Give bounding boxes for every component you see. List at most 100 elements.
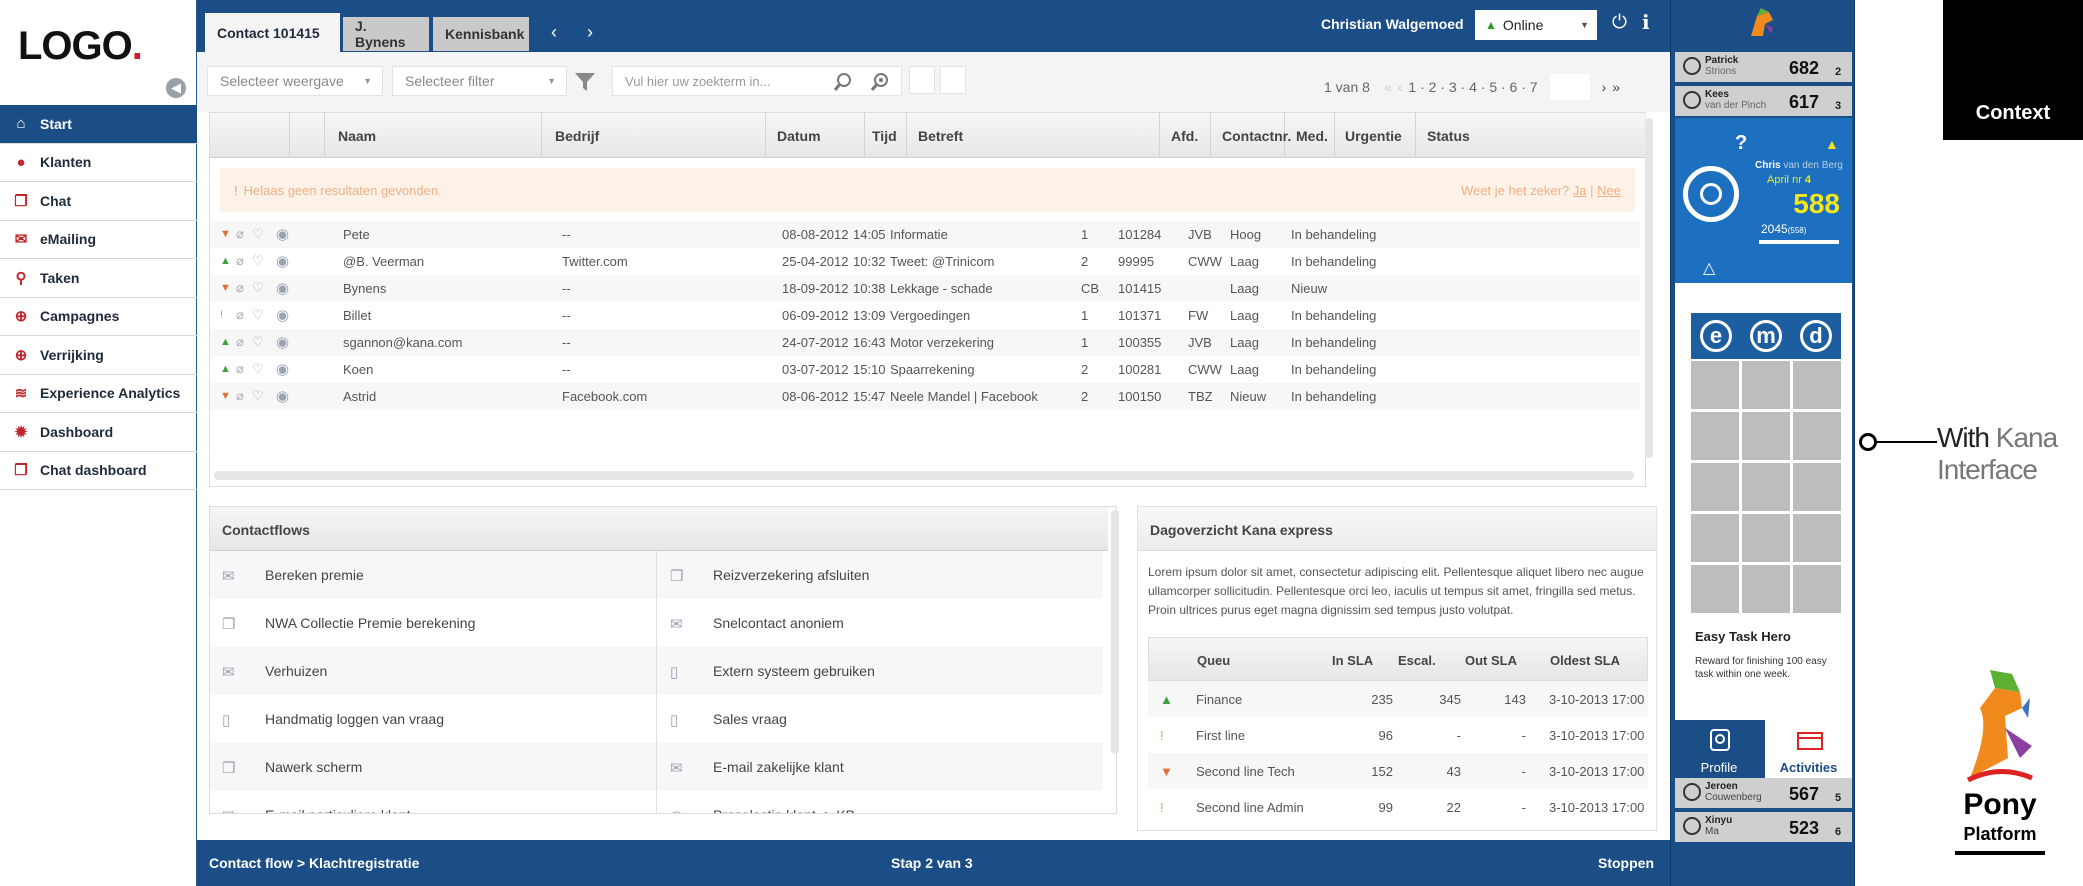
status-select[interactable]: ▲ Online ▼	[1475, 10, 1597, 40]
nav-item-chat-dashboard[interactable]: ❐ Chat dashboard	[0, 452, 197, 490]
badge-slot[interactable]	[1691, 463, 1739, 511]
nav-item-chat[interactable]: ❐ Chat	[0, 182, 197, 221]
col-bedrijf[interactable]: Bedrijf	[555, 128, 599, 144]
nav-item-emailing[interactable]: ✉ eMailing	[0, 221, 197, 259]
table-row[interactable]: ! ⌀ ♡ ◉ Billet -- 06-09-2012 13:09 Vergoedingen 1…	[210, 302, 1640, 329]
badge-e-icon[interactable]: e	[1700, 320, 1732, 352]
info-icon[interactable]: i	[1642, 10, 1650, 34]
col-queu[interactable]: Queu	[1197, 653, 1230, 668]
my-score-card[interactable]: ? ▲ Chris van den Berg April nr 4 588 20…	[1675, 118, 1852, 283]
attachment-icon[interactable]: ⌀	[236, 388, 244, 404]
col-med[interactable]: Med.	[1296, 128, 1328, 144]
horizontal-scrollbar[interactable]	[214, 471, 1634, 480]
contactflow-item[interactable]: Bereken premie	[265, 567, 364, 583]
vertical-scrollbar[interactable]	[1645, 118, 1653, 458]
collapse-sidebar-button[interactable]: ◀	[166, 78, 186, 98]
attachment-icon[interactable]: ⌀	[236, 361, 244, 377]
badge-slot[interactable]	[1742, 514, 1790, 562]
nav-item-campagnes[interactable]: ⊕ Campagnes	[0, 298, 197, 336]
tab-kennisbank[interactable]: Kennisbank	[433, 17, 529, 51]
table-row[interactable]: ▼ ⌀ ♡ ◉ Pete -- 08-08-2012 14:05 Informatie 1 1012…	[210, 221, 1640, 248]
col-escal[interactable]: Escal.	[1398, 653, 1436, 668]
contactflow-item[interactable]: NWA Collectie Premie berekening	[265, 615, 475, 631]
nav-item-taken[interactable]: ⚲ Taken	[0, 259, 197, 298]
contactflow-item[interactable]: Preselectie klant -> KB	[713, 807, 855, 813]
funnel-icon[interactable]	[574, 72, 596, 92]
table-row[interactable]: ▼ ⌀ ♡ ◉ Bynens -- 18-09-2012 10:38 Lekkage - sch…	[210, 275, 1640, 302]
attachment-icon[interactable]: ⌀	[236, 334, 244, 350]
badge-slot[interactable]	[1691, 412, 1739, 460]
col-afd[interactable]: Afd.	[1171, 128, 1198, 144]
table-row[interactable]: ▲ ⌀ ♡ ◉ Koen -- 03-07-2012 15:10 Spaarrekening 2 1…	[210, 356, 1640, 383]
table-row[interactable]: ▼ ⌀ ♡ ◉ Astrid Facebook.com 08-06-2012 15:47 Nee…	[210, 383, 1640, 410]
col-outsla[interactable]: Out SLA	[1465, 653, 1517, 668]
page-numbers[interactable]: 1 · 2 · 3 · 4 · 5 · 6 · 7	[1408, 79, 1537, 95]
nav-item-experience-analytics[interactable]: ≋ Experience Analytics	[0, 375, 197, 413]
bookmark-icon[interactable]: ♡	[252, 307, 264, 323]
tab-contact[interactable]: Contact 101415	[205, 13, 340, 52]
tab-prev-icon[interactable]: ‹	[551, 22, 557, 43]
table-row[interactable]: ▲ ⌀ ♡ ◉ sgannon@kana.com -- 24-07-2012 16:43 Mot…	[210, 329, 1640, 356]
nav-item-verrijking[interactable]: ⊕ Verrijking	[0, 336, 197, 375]
last-page-icon[interactable]: »	[1612, 79, 1620, 95]
bookmark-icon[interactable]: ♡	[252, 388, 264, 404]
contactflow-item[interactable]: Reizverzekering afsluiten	[713, 567, 869, 583]
badge-slot[interactable]	[1742, 361, 1790, 409]
badge-slot[interactable]	[1793, 361, 1841, 409]
leaderboard-entry[interactable]: Jeroen Couwenberg 567 5	[1675, 778, 1852, 808]
badge-m-icon[interactable]: m	[1750, 320, 1782, 352]
tab-jbynens[interactable]: J. Bynens	[343, 17, 429, 51]
bookmark-icon[interactable]: ♡	[252, 226, 264, 242]
contactflows-scrollbar[interactable]	[1111, 510, 1119, 754]
leaderboard-entry[interactable]: Patrick Strions 682 2	[1675, 52, 1852, 82]
contactflow-item[interactable]: Sales vraag	[713, 711, 787, 727]
badge-slot[interactable]	[1793, 565, 1841, 613]
bookmark-icon[interactable]: ♡	[252, 361, 264, 377]
col-naam[interactable]: Naam	[338, 128, 376, 144]
badge-slot[interactable]	[1793, 412, 1841, 460]
bookmark-icon[interactable]: ♡	[252, 334, 264, 350]
attachment-icon[interactable]: ⌀	[236, 253, 244, 269]
next-page-icon[interactable]: ›	[1602, 79, 1607, 95]
search-input[interactable]: Vul hier uw zoekterm in...	[612, 66, 902, 96]
col-datum[interactable]: Datum	[777, 128, 821, 144]
col-urgentie[interactable]: Urgentie	[1345, 128, 1402, 144]
col-insla[interactable]: In SLA	[1332, 653, 1373, 668]
queue-row[interactable]: ! First line 96 - - 3-10-2013 17:00	[1148, 717, 1648, 753]
contactflow-item[interactable]: Verhuizen	[265, 663, 327, 679]
view-select[interactable]: Selecteer weergave ▼	[207, 66, 383, 96]
contactflow-item[interactable]: E-mail particuliere klant	[265, 807, 411, 813]
col-tijd[interactable]: Tijd	[872, 128, 897, 144]
badge-slot[interactable]	[1742, 565, 1790, 613]
nav-item-start[interactable]: ⌂ Start	[0, 105, 197, 144]
badge-slot[interactable]	[1691, 361, 1739, 409]
attachment-icon[interactable]: ⌀	[236, 280, 244, 296]
col-betreft[interactable]: Betreft	[918, 128, 963, 144]
badge-d-icon[interactable]: d	[1800, 320, 1832, 352]
table-row[interactable]: ▲ ⌀ ♡ ◉ @B. Veerman Twitter.com 25-04-2012 10:3…	[210, 248, 1640, 275]
toolbar-button-2[interactable]	[940, 66, 966, 94]
leaderboard-entry[interactable]: Xinyu Ma 523 6	[1675, 812, 1852, 842]
stop-button[interactable]: Stoppen	[1598, 855, 1654, 871]
badge-slot[interactable]	[1742, 412, 1790, 460]
queue-row[interactable]: ! Second line Admin 99 22 - 3-10-2013 17:00	[1148, 789, 1648, 825]
nav-item-dashboard[interactable]: ✹ Dashboard	[0, 413, 197, 452]
prev-page-icon[interactable]: ‹	[1398, 79, 1403, 95]
contactflow-item[interactable]: Handmatig loggen van vraag	[265, 711, 444, 727]
tab-activities[interactable]: Activities	[1765, 720, 1852, 778]
col-oldest[interactable]: Oldest SLA	[1550, 653, 1620, 668]
col-status[interactable]: Status	[1427, 128, 1470, 144]
leaderboard-entry[interactable]: Kees van der Pinch 617 3	[1675, 86, 1852, 116]
badge-slot[interactable]	[1793, 514, 1841, 562]
tab-profile[interactable]: Profile	[1675, 720, 1763, 778]
footer-breadcrumb[interactable]: Contact flow > Klachtregistratie	[209, 855, 419, 871]
badge-slot[interactable]	[1691, 514, 1739, 562]
tab-next-icon[interactable]: ›	[587, 22, 593, 43]
filter-select[interactable]: Selecteer filter ▼	[392, 66, 567, 96]
bookmark-icon[interactable]: ♡	[252, 253, 264, 269]
page-input[interactable]	[1549, 74, 1590, 100]
first-page-icon[interactable]: «	[1384, 79, 1392, 95]
attachment-icon[interactable]: ⌀	[236, 307, 244, 323]
contactflow-item[interactable]: Nawerk scherm	[265, 759, 362, 775]
contactflow-item[interactable]: Extern systeem gebruiken	[713, 663, 875, 679]
